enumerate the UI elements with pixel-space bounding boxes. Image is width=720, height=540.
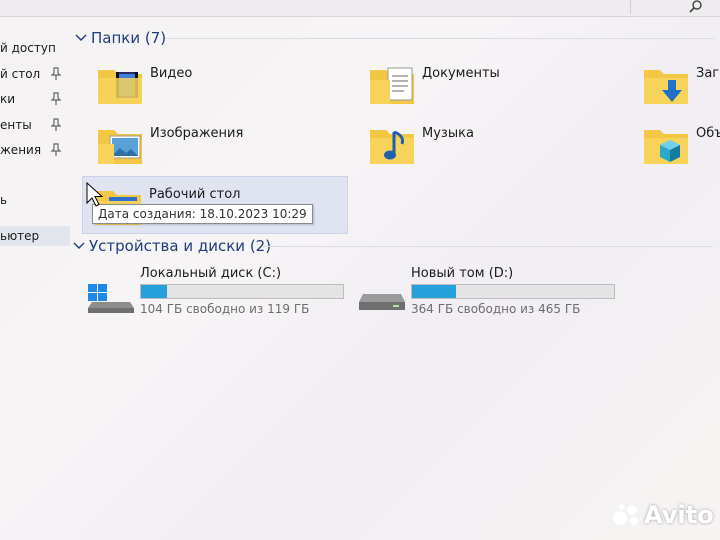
sidebar-item-onedrive[interactable]: ь — [0, 190, 70, 210]
drive-usage-bar — [140, 284, 344, 299]
sidebar-item-label: й стол — [0, 67, 41, 81]
mouse-cursor-icon — [86, 182, 104, 207]
drives-group-header[interactable]: Устройства и диски (2) — [73, 235, 720, 257]
drive-free-space: 364 ГБ свободно из 465 ГБ — [411, 302, 581, 316]
sidebar-item-label: ки — [0, 92, 16, 106]
search-icon[interactable] — [688, 0, 704, 14]
video-folder-icon — [98, 70, 142, 104]
pictures-folder-icon — [98, 130, 142, 164]
downloads-folder-icon — [644, 70, 688, 104]
folder-tile-3d-objects[interactable]: Объе — [630, 116, 720, 172]
hard-drive-icon — [359, 294, 405, 310]
drive-name: Новый том (D:) — [411, 266, 514, 281]
folder-name: Объе — [696, 126, 720, 141]
chevron-down-icon — [73, 242, 85, 249]
watermark-text: Avito — [644, 501, 714, 529]
sidebar-item-downloads[interactable]: ки — [0, 89, 70, 109]
sidebar-item-desktop[interactable]: й стол — [0, 64, 70, 84]
group-title: Папки (7) — [91, 29, 167, 47]
folder-name: Рабочий стол — [149, 187, 241, 202]
drive-name: Локальный диск (C:) — [140, 266, 282, 281]
avito-logo-icon — [613, 504, 638, 525]
documents-folder-icon — [370, 67, 414, 104]
folders-group-header[interactable]: Папки (7) — [75, 27, 720, 49]
folder-tile-music[interactable]: Музыка — [356, 116, 616, 172]
drive-usage-bar — [411, 284, 615, 299]
sidebar-item-label: жения — [0, 143, 42, 157]
pin-icon — [50, 118, 62, 131]
sidebar-item-label: ьютер — [0, 229, 40, 243]
folder-name: Музыка — [422, 126, 474, 141]
3d-objects-folder-icon — [644, 130, 688, 164]
sidebar-item-this-pc[interactable]: ьютер — [0, 226, 70, 246]
pin-icon — [50, 92, 62, 105]
address-bar-strip — [0, 0, 720, 17]
sidebar-item-documents[interactable]: енты — [0, 115, 70, 135]
folder-name: Изображения — [150, 126, 244, 141]
sidebar-item-label: й доступ — [0, 41, 56, 55]
folder-tile-documents[interactable]: Документы — [356, 56, 616, 112]
tooltip: Дата создания: 18.10.2023 10:29 — [92, 204, 313, 224]
music-folder-icon — [370, 130, 414, 164]
group-divider — [165, 38, 715, 39]
group-divider — [263, 246, 713, 247]
drive-tile-d[interactable]: Новый том (D:) 364 ГБ свободно из 465 ГБ — [357, 266, 619, 326]
drive-usage-fill — [141, 285, 168, 298]
address-bar[interactable] — [0, 0, 631, 14]
group-title: Устройства и диски (2) — [89, 237, 272, 255]
folder-tile-video[interactable]: Видео — [84, 56, 344, 112]
sidebar-item-quick-access[interactable]: й доступ — [0, 38, 70, 58]
system-drive-icon — [88, 284, 134, 313]
sidebar-item-label: енты — [0, 118, 32, 132]
folder-tile-downloads[interactable]: Загру — [630, 56, 720, 112]
folder-name: Видео — [150, 66, 193, 81]
sidebar-item-pictures[interactable]: жения — [0, 140, 70, 160]
sidebar-item-label: ь — [0, 193, 8, 207]
folder-tile-pictures[interactable]: Изображения — [84, 116, 344, 172]
navigation-pane: й доступ й стол ки енты жения ь ьютер — [0, 16, 70, 540]
pin-icon — [50, 143, 62, 156]
drive-tile-c[interactable]: Локальный диск (C:) 104 ГБ свободно из 1… — [86, 266, 348, 326]
drive-free-space: 104 ГБ свободно из 119 ГБ — [140, 302, 310, 316]
drive-usage-fill — [412, 285, 457, 298]
folder-name: Документы — [422, 66, 500, 81]
pin-icon — [50, 67, 62, 80]
chevron-down-icon — [75, 34, 87, 41]
folder-name: Загру — [696, 66, 720, 81]
